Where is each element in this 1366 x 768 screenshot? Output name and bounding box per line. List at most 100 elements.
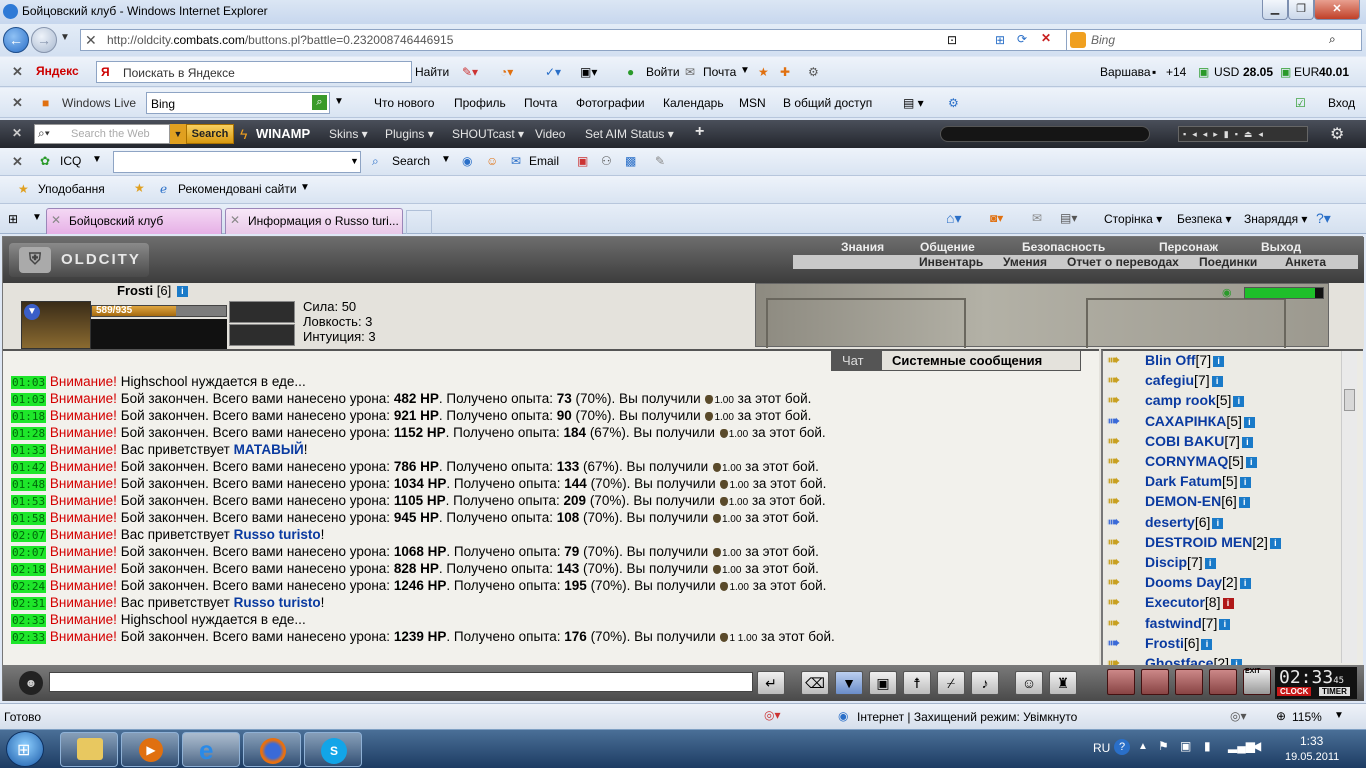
- user-list-scrollbar[interactable]: [1341, 351, 1357, 663]
- sound-icon[interactable]: ♪: [971, 671, 999, 695]
- clock-mode-button[interactable]: CLOCK: [1277, 687, 1312, 696]
- popup-blocker-icon[interactable]: ◎▾: [764, 708, 781, 722]
- user-name[interactable]: DESTROID MEN: [1145, 534, 1252, 550]
- maximize-button[interactable]: ❐: [1288, 0, 1314, 20]
- info-icon[interactable]: i: [1233, 396, 1245, 408]
- private-message-icon[interactable]: ➠: [1107, 393, 1133, 409]
- private-message-icon[interactable]: ➠: [1107, 656, 1133, 666]
- info-icon[interactable]: i: [1243, 416, 1255, 428]
- info-icon[interactable]: i: [1245, 457, 1257, 468]
- tab-fight-club[interactable]: ✕ Бойцовский клуб: [46, 208, 222, 234]
- user-name[interactable]: Frosti: [1145, 635, 1184, 651]
- app-icon[interactable]: ▣: [577, 154, 588, 168]
- usd-rate[interactable]: 28.05: [1243, 65, 1273, 79]
- user-name[interactable]: Dooms Day: [1145, 574, 1222, 590]
- yandex-mail-link[interactable]: Почта: [703, 65, 736, 79]
- globe-icon[interactable]: ◉: [462, 154, 472, 168]
- greeting-nick[interactable]: МАТАВЫЙ: [234, 442, 304, 457]
- close-toolbar-icon[interactable]: ✕: [12, 64, 23, 80]
- user-name[interactable]: COBI BAKU: [1145, 433, 1224, 449]
- refresh-location-icon[interactable]: ◉: [1222, 286, 1232, 299]
- zoom-dropdown-icon[interactable]: ▼: [1334, 710, 1344, 721]
- private-message-icon[interactable]: ➠: [1107, 454, 1133, 470]
- message-time[interactable]: 01:53: [11, 495, 47, 508]
- private-message-icon[interactable]: ➠: [1107, 555, 1133, 571]
- private-message-icon[interactable]: ➠: [1107, 635, 1133, 652]
- search-icon[interactable]: ⌕: [1329, 32, 1336, 47]
- chat-icon[interactable]: ◔▾: [500, 65, 513, 79]
- message-time[interactable]: 02:07: [11, 546, 47, 559]
- suggested-dropdown-icon[interactable]: ▼: [300, 182, 310, 193]
- print-icon[interactable]: ▤▾: [1060, 211, 1077, 225]
- message-time[interactable]: 01:28: [11, 427, 47, 440]
- stop-icon[interactable]: ✕: [1041, 31, 1051, 45]
- message-time[interactable]: 02:31: [11, 597, 47, 610]
- message-time[interactable]: 01:03: [11, 393, 47, 406]
- greeting-nick[interactable]: Russo turisto: [234, 595, 321, 610]
- add-favorite-icon[interactable]: ★: [134, 181, 145, 195]
- user-name[interactable]: DEMON-EN: [1145, 493, 1221, 509]
- menu-communication[interactable]: Общение: [920, 240, 975, 254]
- phone-icon[interactable]: ▩: [625, 154, 636, 168]
- info-icon[interactable]: i: [1211, 376, 1223, 388]
- info-icon[interactable]: i: [1213, 356, 1225, 367]
- private-message-icon[interactable]: ➠: [1107, 353, 1133, 369]
- close-toolbar-icon[interactable]: ✕: [12, 126, 22, 140]
- private-message-icon[interactable]: ➠: [1107, 534, 1133, 551]
- live-search-input[interactable]: Bing ⌕: [146, 92, 330, 114]
- settings-gear-icon[interactable]: ⚙: [808, 65, 819, 79]
- yandex-logo[interactable]: Яндекс: [36, 64, 79, 78]
- page-menu[interactable]: Сторінка ▾: [1104, 212, 1162, 226]
- refresh-icon[interactable]: ⟳: [1017, 32, 1027, 46]
- people-icon[interactable]: ☺: [486, 154, 498, 168]
- bookmark-icon[interactable]: ★: [758, 65, 769, 79]
- live-options-icon[interactable]: ▤ ▾: [903, 96, 924, 110]
- taskbar-firefox[interactable]: [243, 732, 301, 767]
- winamp-search-input[interactable]: ⌕▾ Search the Web: [34, 124, 170, 144]
- user-name[interactable]: cafegiu: [1145, 372, 1194, 388]
- favorites-button[interactable]: Уподобання: [38, 182, 105, 196]
- tab-info-russo[interactable]: ✕ Информация о Russo turi...: [225, 208, 403, 234]
- compat-view-icon[interactable]: ⊡: [947, 33, 957, 47]
- yandex-login-link[interactable]: Войти: [646, 65, 680, 79]
- smiley-head-icon[interactable]: ☻: [19, 671, 43, 695]
- info-icon[interactable]: i: [1241, 436, 1253, 448]
- info-icon[interactable]: i: [176, 286, 188, 297]
- submenu-profile[interactable]: Анкета: [1285, 255, 1326, 269]
- taskbar-explorer[interactable]: [60, 732, 118, 767]
- user-name[interactable]: Discip: [1145, 554, 1187, 570]
- chat-input[interactable]: [49, 672, 753, 692]
- winamp-menu-video[interactable]: Video: [535, 127, 565, 141]
- bag-icon[interactable]: [1107, 669, 1135, 695]
- home-icon[interactable]: ⌂▾: [946, 210, 961, 227]
- user-name[interactable]: deserty: [1145, 514, 1195, 530]
- weather-temp[interactable]: +14: [1166, 65, 1186, 79]
- bing-search-field[interactable]: Bing ⌕: [1066, 29, 1362, 51]
- equipment-slot[interactable]: [229, 324, 295, 346]
- private-message-icon[interactable]: ➠: [1107, 474, 1133, 490]
- favorites-add-icon[interactable]: ✚: [780, 65, 790, 79]
- add-icon[interactable]: +: [695, 123, 704, 141]
- spellcheck-icon[interactable]: ✓▾: [545, 65, 561, 79]
- volume-tray-icon[interactable]: ◀: [1252, 739, 1261, 753]
- info-icon[interactable]: i: [1269, 537, 1281, 549]
- live-link-photos[interactable]: Фотографии: [576, 96, 645, 110]
- private-message-icon[interactable]: ➠: [1107, 433, 1133, 450]
- private-message-icon[interactable]: ➠: [1107, 575, 1133, 591]
- character-avatar[interactable]: ▼: [21, 301, 91, 349]
- live-search-icon[interactable]: ⌕: [312, 95, 327, 110]
- icq-input-dropdown-icon[interactable]: ▼: [350, 156, 359, 166]
- quick-tabs-icon[interactable]: ⊞: [8, 212, 18, 226]
- menu-knowledge[interactable]: Знания: [841, 240, 884, 254]
- flag-tray-icon[interactable]: ⚑: [1158, 739, 1169, 753]
- minimize-button[interactable]: ▁: [1262, 0, 1288, 20]
- icq-dropdown-icon[interactable]: ▼: [92, 154, 102, 165]
- filter-icon[interactable]: ▼: [835, 671, 863, 695]
- yandex-find-button[interactable]: Найти: [415, 65, 449, 79]
- private-message-icon[interactable]: ➠: [1107, 413, 1133, 430]
- live-dropdown-icon[interactable]: ▼: [334, 96, 344, 107]
- exit-button[interactable]: EXIT: [1243, 668, 1271, 695]
- save-icon[interactable]: ▣: [869, 671, 897, 695]
- helmet-icon[interactable]: ♜: [1049, 671, 1077, 695]
- suggested-sites-button[interactable]: Рекомендовані сайти: [178, 182, 297, 196]
